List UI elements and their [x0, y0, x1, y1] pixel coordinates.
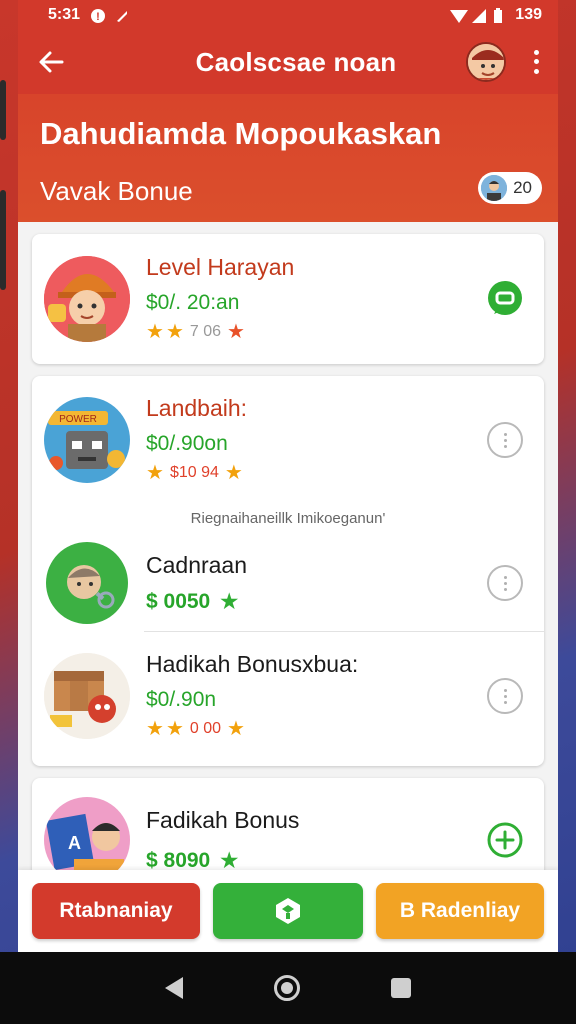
more-icon [487, 565, 523, 601]
add-button[interactable] [486, 821, 524, 859]
landbaih-rating: ★ $10 94 ★ [146, 460, 486, 485]
level-amount: $0/. 20:an [146, 291, 240, 314]
page-header: Dahudiamda Mopoukaskan Vavak Bonue 20 [18, 94, 558, 222]
level-card[interactable]: Level Harayan $0/. 20:an ★ ★ 7 06 ★ [32, 234, 544, 364]
list-item-amount: $ 0050 ★ [146, 589, 486, 614]
more-icon [487, 678, 523, 714]
star-icon: ★ [146, 321, 164, 343]
app-bar: Caolscsae noan [18, 30, 558, 94]
list-item-rating-value: 0 00 [189, 719, 222, 737]
star-icon: ★ [227, 321, 245, 343]
phone-screen: 5:31 ! 139 Caolscsae noan Dahudiamda Mop… [18, 0, 558, 952]
chest-avatar [44, 653, 130, 739]
star-icon: ★ [224, 462, 243, 484]
app-bar-title: Caolscsae noan [195, 46, 397, 77]
star-icon: ★ [165, 321, 184, 343]
add-circle-icon [487, 822, 523, 858]
badge-avatar [481, 175, 508, 201]
landbaih-title: Landbaih: [146, 395, 248, 421]
status-bar: 5:31 ! 139 [18, 0, 558, 30]
more-options-button[interactable] [486, 677, 524, 715]
svg-text:!: ! [96, 11, 100, 23]
chat-button[interactable] [486, 280, 524, 318]
content-list: Level Harayan $0/. 20:an ★ ★ 7 06 ★ POWE… [18, 222, 558, 908]
robot-avatar: POWER [44, 397, 130, 483]
level-rating: ★ ★ 7 06 ★ [146, 319, 486, 344]
star-icon: ★ [146, 462, 164, 484]
signal-icon [449, 8, 469, 23]
list-item-title: Hadikah Bonusxbua: [146, 651, 359, 677]
chat-icon [488, 281, 522, 315]
level-title: Level Harayan [146, 254, 295, 280]
more-icon [487, 422, 523, 458]
cellular-icon [471, 8, 487, 23]
list-item-amount: $0/.90n [146, 688, 217, 711]
list-item-rating: ★ ★ 0 00 ★ [146, 716, 486, 741]
system-nav-bar [0, 952, 576, 1024]
user-count-badge[interactable]: 20 [478, 172, 542, 204]
svg-text:A: A [68, 833, 81, 853]
character-avatar [46, 542, 128, 624]
list-item-amount-value: $ 0050 [146, 589, 211, 613]
star-icon: ★ [227, 718, 245, 740]
nav-back-icon[interactable] [165, 977, 184, 999]
badge-count: 20 [513, 178, 532, 197]
more-options-button[interactable] [486, 564, 524, 602]
battery-level: 139 [515, 6, 542, 23]
list-item[interactable]: Cadnraan $ 0050 ★ [32, 535, 544, 631]
section-label: Riegnaihaneillk Imikoeganun' [190, 510, 386, 527]
fadikah-title: Fadikah Bonus [146, 807, 300, 833]
nav-home-icon[interactable] [273, 975, 300, 1001]
notification-icon: ! [90, 8, 106, 23]
bottom-action-bar: Rtabnaniay B Radenliay [18, 870, 558, 952]
tool-icon [114, 8, 128, 22]
overflow-menu-icon[interactable] [530, 48, 542, 76]
more-options-button[interactable] [486, 421, 524, 459]
nav-recents-icon[interactable] [390, 978, 411, 998]
worker-avatar [44, 256, 130, 342]
landbaih-row[interactable]: POWER Landbaih: $0/.90on ★ $10 94 ★ [32, 376, 544, 504]
landbaih-amount: $0/.90on [146, 432, 228, 455]
right-action-button[interactable]: B Radenliay [376, 883, 544, 939]
device-side-button [0, 190, 6, 290]
star-icon: ★ [146, 718, 164, 740]
landbaih-rating-value: $10 94 [169, 463, 219, 481]
landbaih-card: POWER Landbaih: $0/.90on ★ $10 94 ★ Rieg… [32, 376, 544, 766]
left-action-button[interactable]: Rtabnaniay [32, 883, 200, 939]
back-arrow-icon[interactable] [36, 47, 66, 77]
center-action-button[interactable] [213, 883, 363, 939]
profile-avatar[interactable] [466, 42, 506, 82]
device-side-button [0, 80, 6, 140]
fadikah-amount-value: $ 8090 [146, 848, 211, 872]
status-time: 5:31 [48, 6, 81, 23]
hexagon-icon [276, 898, 300, 924]
page-title: Dahudiamda Mopoukaskan [40, 116, 442, 151]
battery-icon [493, 8, 507, 23]
level-rating-value: 7 06 [189, 322, 222, 340]
svg-text:POWER: POWER [59, 414, 97, 425]
list-item-title: Cadnraan [146, 552, 248, 578]
star-icon: ★ [165, 718, 184, 740]
star-icon: ★ [220, 591, 239, 613]
list-item[interactable]: Hadikah Bonusxbua: $0/.90n ★ ★ 0 00 ★ [32, 632, 544, 760]
